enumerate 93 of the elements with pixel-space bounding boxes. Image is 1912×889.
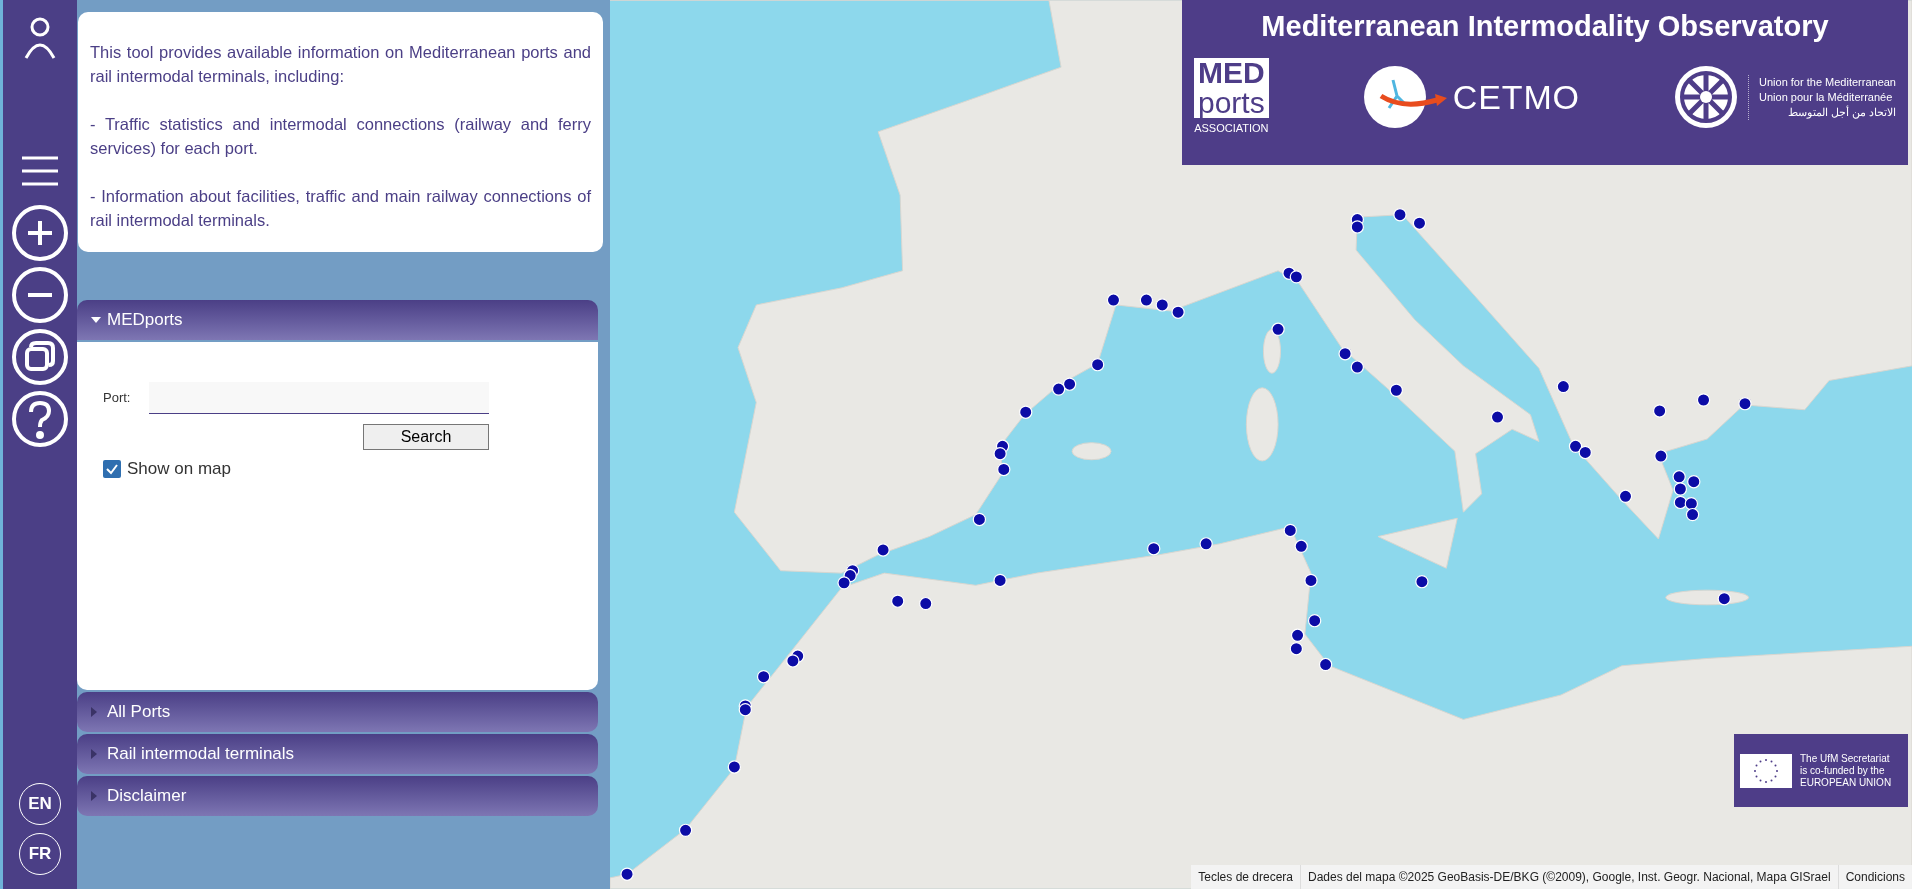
port-marker[interactable] <box>1696 393 1711 407</box>
logo-text: Union pour la Méditerranée <box>1759 89 1894 105</box>
port-marker[interactable] <box>756 670 771 684</box>
port-marker[interactable] <box>1673 482 1688 496</box>
port-marker[interactable] <box>1307 613 1322 628</box>
port-marker[interactable] <box>738 702 753 717</box>
info-paragraph: This tool provides available information on Mediterranean ports and rail intermodal terminals, including: <box>90 42 591 87</box>
port-marker[interactable] <box>1289 270 1304 284</box>
eu-notice-text: is co-funded by the <box>1800 764 1886 777</box>
accordion-header[interactable]: Disclaimer <box>77 776 598 816</box>
port-marker[interactable] <box>1350 220 1364 234</box>
port-marker[interactable] <box>1389 383 1404 397</box>
logo-text: الاتحاد من أجل المتوسط <box>1786 104 1896 120</box>
port-marker[interactable] <box>1147 542 1161 556</box>
port-marker[interactable] <box>1290 628 1305 642</box>
port-marker[interactable] <box>1338 346 1352 361</box>
port-label: Port: <box>103 389 132 408</box>
search-button[interactable]: Search <box>363 424 489 450</box>
caret-right-icon <box>91 707 97 717</box>
header-title: Mediterranean Intermodality Observatory <box>1260 9 1830 44</box>
eu-flag-icon <box>1740 753 1792 788</box>
user-icon[interactable] <box>24 16 56 60</box>
port-marker[interactable] <box>1051 382 1066 396</box>
port-marker[interactable] <box>678 823 693 838</box>
port-marker[interactable] <box>837 576 851 590</box>
caret-right-icon <box>91 791 97 801</box>
port-input-field[interactable] <box>149 382 489 414</box>
port-marker[interactable] <box>1672 470 1686 484</box>
union-emblem-icon <box>1674 65 1738 130</box>
port-marker[interactable] <box>1062 377 1077 391</box>
info-paragraph: - Information about facilities, traffic and main railway connections of rail intermodal terminals. <box>90 186 591 231</box>
port-marker[interactable] <box>1490 410 1505 424</box>
port-marker[interactable] <box>620 867 634 881</box>
show-on-map-checkbox[interactable] <box>103 459 121 478</box>
accordion-header[interactable]: Rail intermodal terminals <box>77 734 598 774</box>
zoom-out-icon[interactable] <box>11 266 69 324</box>
port-marker[interactable] <box>972 512 987 527</box>
logo-text: MED <box>1198 58 1265 88</box>
port-marker[interactable] <box>1652 404 1667 418</box>
attribution-text: Dades del mapa ©2025 GeoBasis-DE/BKG (©2009), Google, Inst. Geogr. Nacional, Mapa GISrael <box>1301 865 1839 889</box>
port-marker[interactable] <box>993 446 1007 461</box>
port-marker[interactable] <box>1294 539 1308 553</box>
logo-text: ports <box>1198 88 1265 118</box>
port-marker[interactable] <box>1738 396 1752 411</box>
logo-text: Union for the Mediterranean <box>1759 74 1896 90</box>
attribution-link[interactable]: Condicions <box>1838 865 1912 889</box>
port-marker[interactable] <box>786 654 800 668</box>
show-on-map-label: Show on map <box>127 458 231 480</box>
port-marker[interactable] <box>1350 360 1364 374</box>
eu-notice-text: EUROPEAN UNION <box>1800 776 1892 789</box>
help-icon[interactable] <box>11 390 69 448</box>
caret-right-icon <box>91 749 97 759</box>
port-marker[interactable] <box>993 573 1007 588</box>
layers-icon[interactable] <box>11 328 69 386</box>
accordion-header[interactable]: MEDports <box>77 300 598 340</box>
zoom-in-icon[interactable] <box>11 204 69 262</box>
port-marker[interactable] <box>876 543 890 557</box>
port-marker[interactable] <box>1019 405 1033 419</box>
port-marker[interactable] <box>1304 573 1318 588</box>
port-marker[interactable] <box>1271 322 1285 336</box>
port-marker[interactable] <box>1568 439 1583 454</box>
island-shape <box>1071 442 1112 461</box>
port-marker[interactable] <box>1090 357 1105 372</box>
port-marker[interactable] <box>1199 537 1213 551</box>
caret-down-icon <box>91 317 101 323</box>
port-marker[interactable] <box>1106 293 1121 307</box>
port-marker[interactable] <box>1717 592 1731 606</box>
eu-notice-text: The UfM Secretariat <box>1800 752 1891 765</box>
port-marker[interactable] <box>1318 657 1333 672</box>
logo-text: CETMO <box>1452 76 1580 118</box>
port-marker[interactable] <box>1289 642 1304 656</box>
port-marker[interactable] <box>1654 449 1668 463</box>
port-marker[interactable] <box>1155 298 1169 312</box>
accordion-header[interactable]: All Ports <box>77 692 598 732</box>
port-marker[interactable] <box>1673 495 1688 510</box>
port-marker[interactable] <box>1685 507 1700 522</box>
port-marker[interactable] <box>1283 523 1297 538</box>
port-marker[interactable] <box>1171 305 1185 319</box>
port-marker[interactable] <box>1139 293 1154 307</box>
port-marker[interactable] <box>1393 208 1407 222</box>
port-marker[interactable] <box>1687 474 1701 489</box>
port-marker[interactable] <box>1618 489 1633 504</box>
port-marker[interactable] <box>1684 496 1699 511</box>
port-marker[interactable] <box>1578 445 1592 460</box>
attribution-link[interactable]: Tecles de drecera <box>1191 865 1301 889</box>
info-paragraph: - Traffic statistics and intermodal connections (railway and ferry services) for each port. <box>90 114 591 159</box>
logo-text: ASSOCIATION <box>1194 121 1269 136</box>
port-marker[interactable] <box>727 760 742 774</box>
port-marker[interactable] <box>997 462 1011 477</box>
island-shape <box>1262 328 1281 374</box>
menu-icon[interactable] <box>20 156 60 186</box>
port-marker[interactable] <box>891 594 905 608</box>
port-marker[interactable] <box>1415 574 1429 589</box>
